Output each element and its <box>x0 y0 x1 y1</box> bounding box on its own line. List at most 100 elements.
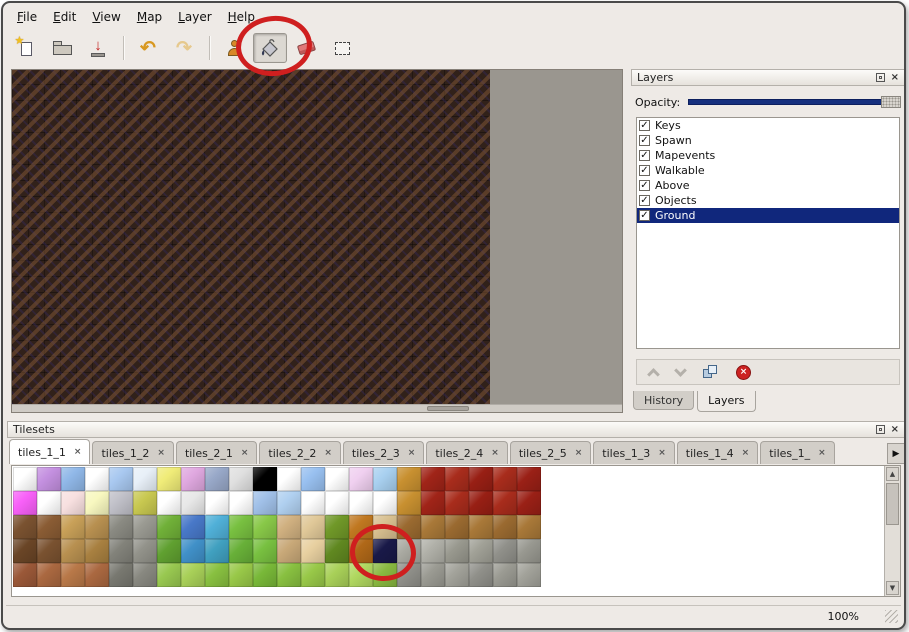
palette-tile[interactable] <box>301 515 325 539</box>
palette-tile[interactable] <box>205 515 229 539</box>
tileset-tab-tiles_2_1[interactable]: tiles_2_1× <box>176 441 257 464</box>
palette-tile[interactable] <box>61 515 85 539</box>
palette-tile-annotated[interactable] <box>373 539 397 563</box>
tileset-tab-tiles_1_4[interactable]: tiles_1_4× <box>677 441 758 464</box>
move-layer-up-icon[interactable] <box>647 368 660 381</box>
tileset-tab-tiles_1_1[interactable]: tiles_1_1× <box>9 439 90 464</box>
palette-tile[interactable] <box>157 515 181 539</box>
map-canvas[interactable] <box>11 69 623 413</box>
tab-close-icon[interactable]: × <box>324 448 332 458</box>
layer-row-ground[interactable]: ✓Ground <box>637 208 899 223</box>
canvas-hscrollbar[interactable] <box>12 404 622 412</box>
tileset-tab-tiles_1_[interactable]: tiles_1_× <box>760 441 834 464</box>
menu-file[interactable]: File <box>9 8 45 26</box>
palette-tile[interactable] <box>397 467 421 491</box>
stamp-tool-button[interactable] <box>217 33 251 63</box>
palette-tile[interactable] <box>133 491 157 515</box>
palette-tile[interactable] <box>469 539 493 563</box>
palette-tile[interactable] <box>493 491 517 515</box>
palette-tile[interactable] <box>253 539 277 563</box>
palette-tile[interactable] <box>205 467 229 491</box>
palette-tile[interactable] <box>517 539 541 563</box>
scroll-up-icon[interactable]: ▲ <box>886 467 899 481</box>
eraser-tool-button[interactable] <box>289 33 323 63</box>
tab-close-icon[interactable]: × <box>491 448 499 458</box>
canvas-hscrollbar-thumb[interactable] <box>427 406 469 411</box>
palette-tile[interactable] <box>277 491 301 515</box>
palette-tile[interactable] <box>517 491 541 515</box>
palette-tile[interactable] <box>469 491 493 515</box>
palette-tile[interactable] <box>37 563 61 587</box>
palette-tile[interactable] <box>85 563 109 587</box>
save-button[interactable]: ↓ <box>81 33 115 63</box>
palette-tile[interactable] <box>517 467 541 491</box>
palette-tile[interactable] <box>157 539 181 563</box>
palette-tile[interactable] <box>253 467 277 491</box>
tab-close-icon[interactable]: × <box>241 448 249 458</box>
open-button[interactable] <box>45 33 79 63</box>
palette-tile[interactable] <box>61 467 85 491</box>
palette-tile[interactable] <box>109 563 133 587</box>
layer-visibility-checkbox[interactable]: ✓ <box>639 120 650 131</box>
palette-tile[interactable] <box>325 539 349 563</box>
palette-tile[interactable] <box>205 491 229 515</box>
tab-close-icon[interactable]: × <box>157 448 165 458</box>
tileset-tab-tiles_2_4[interactable]: tiles_2_4× <box>426 441 507 464</box>
layer-row-spawn[interactable]: ✓Spawn <box>637 133 899 148</box>
tab-close-icon[interactable]: × <box>575 448 583 458</box>
palette-tile[interactable] <box>109 515 133 539</box>
palette-tile[interactable] <box>277 467 301 491</box>
resize-grip[interactable] <box>885 610 898 623</box>
palette-tile[interactable] <box>493 467 517 491</box>
select-tool-button[interactable] <box>325 33 359 63</box>
palette-tile[interactable] <box>181 515 205 539</box>
layer-visibility-checkbox[interactable]: ✓ <box>639 210 650 221</box>
menu-help[interactable]: Help <box>220 8 263 26</box>
palette-tile[interactable] <box>229 467 253 491</box>
palette-tile[interactable] <box>109 491 133 515</box>
palette-tile[interactable] <box>109 539 133 563</box>
palette-tile[interactable] <box>301 563 325 587</box>
palette-tile[interactable] <box>325 515 349 539</box>
palette-tile[interactable] <box>517 515 541 539</box>
layer-visibility-checkbox[interactable]: ✓ <box>639 135 650 146</box>
palette-tile[interactable] <box>229 491 253 515</box>
palette-tile[interactable] <box>229 539 253 563</box>
menu-map[interactable]: Map <box>129 8 170 26</box>
tileset-tab-tiles_1_3[interactable]: tiles_1_3× <box>593 441 674 464</box>
palette-tile[interactable] <box>445 467 469 491</box>
palette-tile[interactable] <box>205 539 229 563</box>
new-button[interactable]: ★ <box>9 33 43 63</box>
fill-tool-button[interactable] <box>253 33 287 63</box>
palette-tile[interactable] <box>85 539 109 563</box>
close-panel-icon[interactable]: × <box>891 425 899 435</box>
tab-history[interactable]: History <box>633 391 694 410</box>
menu-view[interactable]: View <box>84 8 128 26</box>
tab-scroll-next-button[interactable]: ▶ <box>887 443 905 464</box>
tab-close-icon[interactable]: × <box>74 447 82 457</box>
palette-tile[interactable] <box>253 563 277 587</box>
palette-tile[interactable] <box>61 539 85 563</box>
palette-tile[interactable] <box>349 563 373 587</box>
layer-visibility-checkbox[interactable]: ✓ <box>639 150 650 161</box>
palette-tile[interactable] <box>229 563 253 587</box>
palette-tile[interactable] <box>85 491 109 515</box>
palette-tile[interactable] <box>421 515 445 539</box>
palette-tile[interactable] <box>397 491 421 515</box>
float-panel-icon[interactable] <box>876 425 885 434</box>
palette-vscrollbar[interactable]: ▲ ▼ <box>884 466 900 596</box>
palette-tile[interactable] <box>373 563 397 587</box>
duplicate-layer-icon[interactable] <box>703 365 718 380</box>
palette-tile[interactable] <box>181 563 205 587</box>
scroll-down-icon[interactable]: ▼ <box>886 581 899 595</box>
palette-tile[interactable] <box>181 539 205 563</box>
layer-row-keys[interactable]: ✓Keys <box>637 118 899 133</box>
palette-tile[interactable] <box>325 467 349 491</box>
palette-tile[interactable] <box>445 539 469 563</box>
move-layer-down-icon[interactable] <box>674 364 687 377</box>
layer-visibility-checkbox[interactable]: ✓ <box>639 180 650 191</box>
layer-visibility-checkbox[interactable]: ✓ <box>639 165 650 176</box>
tab-layers[interactable]: Layers <box>697 391 755 412</box>
palette-tile[interactable] <box>469 467 493 491</box>
palette-tile[interactable] <box>85 467 109 491</box>
